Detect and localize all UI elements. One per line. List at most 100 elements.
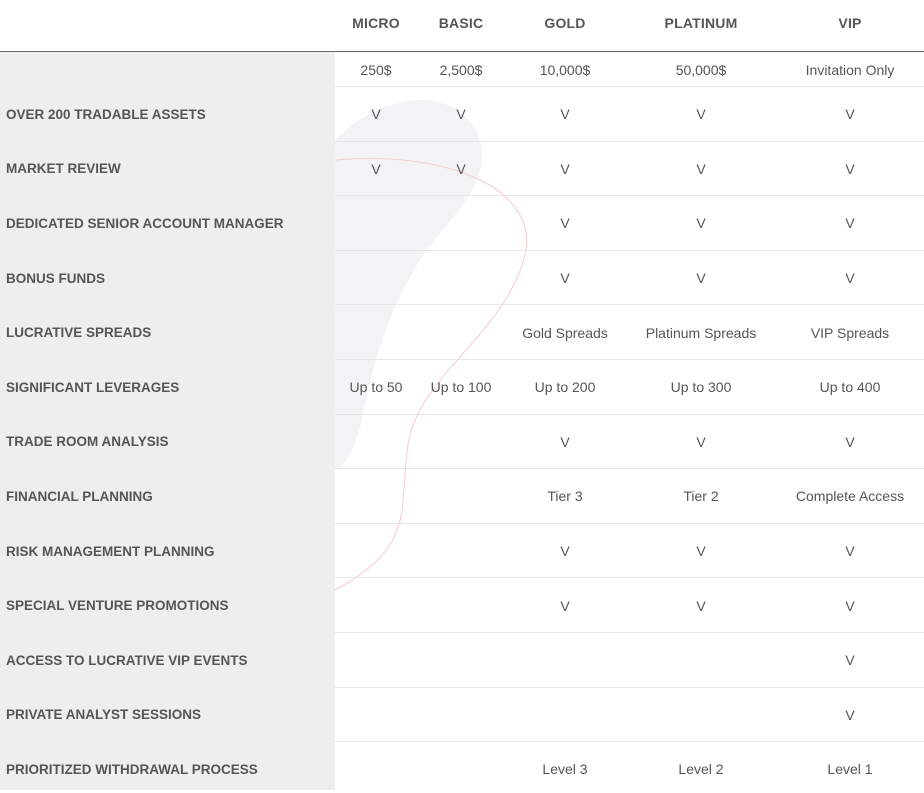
value-cell-micro bbox=[336, 688, 416, 743]
value-cell-micro bbox=[336, 524, 416, 579]
value-cell-basic: V bbox=[456, 160, 466, 177]
value-cell-gold: Up to 200 bbox=[534, 379, 596, 396]
value-cell-vip: Complete Access bbox=[795, 488, 905, 505]
value-cell-micro bbox=[336, 745, 416, 793]
feature-label: RISK MANAGEMENT PLANNING bbox=[6, 543, 215, 559]
value-cell-basic bbox=[421, 305, 501, 360]
value-cell-gold: Tier 3 bbox=[547, 488, 583, 505]
value-cell-gold bbox=[505, 633, 625, 688]
value-cell-platinum: V bbox=[696, 543, 706, 560]
value-cell-platinum: Up to 300 bbox=[670, 379, 732, 396]
column-header-gold: GOLD bbox=[544, 15, 586, 31]
value-cell-vip: V bbox=[845, 215, 855, 232]
value-cell-vip: V bbox=[845, 160, 855, 177]
value-cell-basic bbox=[421, 469, 501, 524]
value-cell-platinum: V bbox=[696, 106, 706, 123]
feature-row-tradable-assets: OVER 200 TRADABLE ASSETS V V V V V bbox=[0, 87, 924, 142]
price-cell-micro: 250$ bbox=[360, 61, 392, 78]
value-cell-platinum: V bbox=[696, 597, 706, 614]
value-cell-gold: Gold Spreads bbox=[522, 324, 608, 341]
feature-label: PRIVATE ANALYST SESSIONS bbox=[6, 707, 202, 723]
value-cell-vip: Up to 400 bbox=[819, 379, 881, 396]
value-cell-gold: V bbox=[560, 597, 570, 614]
value-cell-vip: V bbox=[845, 270, 855, 287]
value-cell-micro bbox=[336, 469, 416, 524]
value-cell-micro bbox=[336, 251, 416, 306]
column-header-vip: VIP bbox=[838, 15, 862, 31]
plans-header-row: MICRO BASIC GOLD PLATINUM VIP bbox=[0, 0, 924, 52]
value-cell-vip: V bbox=[845, 597, 855, 614]
value-cell-basic: V bbox=[456, 106, 466, 123]
value-cell-gold: V bbox=[560, 160, 570, 177]
value-cell-vip: V bbox=[845, 433, 855, 450]
value-cell-micro bbox=[336, 633, 416, 688]
value-cell-gold bbox=[505, 688, 625, 743]
feature-label: DEDICATED SENIOR ACCOUNT MANAGER bbox=[6, 215, 284, 231]
feature-label: SPECIAL VENTURE PROMOTIONS bbox=[6, 598, 229, 614]
value-cell-platinum: V bbox=[696, 270, 706, 287]
value-cell-basic bbox=[421, 578, 501, 633]
price-cell-vip: Invitation Only bbox=[805, 61, 895, 78]
feature-row-analyst-sessions: PRIVATE ANALYST SESSIONS V bbox=[0, 688, 924, 743]
feature-row-lucrative-spreads: LUCRATIVE SPREADS Gold Spreads Platinum … bbox=[0, 305, 924, 360]
value-cell-platinum: V bbox=[696, 433, 706, 450]
value-cell-vip: V bbox=[845, 706, 855, 723]
value-cell-gold: V bbox=[560, 270, 570, 287]
feature-label: TRADE ROOM ANALYSIS bbox=[6, 434, 169, 450]
price-cell-gold: 10,000$ bbox=[539, 61, 591, 78]
value-cell-vip: Level 1 bbox=[827, 761, 873, 778]
value-cell-gold: V bbox=[560, 106, 570, 123]
feature-label: LUCRATIVE SPREADS bbox=[6, 325, 152, 341]
value-cell-gold: V bbox=[560, 215, 570, 232]
value-cell-basic bbox=[421, 251, 501, 306]
price-row: 250$ 2,500$ 10,000$ 50,000$ Invitation O… bbox=[0, 52, 924, 87]
feature-row-account-manager: DEDICATED SENIOR ACCOUNT MANAGER V V V bbox=[0, 196, 924, 251]
value-cell-vip: V bbox=[845, 652, 855, 669]
feature-label: SIGNIFICANT LEVERAGES bbox=[6, 379, 180, 395]
value-cell-micro: Up to 50 bbox=[349, 379, 403, 396]
feature-label: BONUS FUNDS bbox=[6, 270, 106, 286]
feature-row-financial-planning: FINANCIAL PLANNING Tier 3 Tier 2 Complet… bbox=[0, 469, 924, 524]
value-cell-platinum bbox=[631, 688, 771, 743]
value-cell-micro bbox=[336, 415, 416, 470]
value-cell-basic bbox=[421, 688, 501, 743]
feature-label: ACCESS TO LUCRATIVE VIP EVENTS bbox=[6, 652, 248, 668]
value-cell-vip: V bbox=[845, 543, 855, 560]
column-header-micro: MICRO bbox=[352, 15, 400, 31]
value-cell-basic bbox=[421, 633, 501, 688]
value-cell-platinum: V bbox=[696, 160, 706, 177]
value-cell-basic bbox=[421, 196, 501, 251]
feature-label: MARKET REVIEW bbox=[6, 161, 121, 177]
feature-row-withdrawal-process: PRIORITIZED WITHDRAWAL PROCESS Level 3 L… bbox=[0, 742, 924, 790]
price-cell-platinum: 50,000$ bbox=[675, 61, 727, 78]
value-cell-micro bbox=[336, 196, 416, 251]
value-cell-micro: V bbox=[371, 106, 381, 123]
feature-row-vip-events: ACCESS TO LUCRATIVE VIP EVENTS V bbox=[0, 633, 924, 688]
value-cell-vip: VIP Spreads bbox=[810, 324, 890, 341]
value-cell-micro bbox=[336, 305, 416, 360]
column-header-platinum: PLATINUM bbox=[664, 15, 738, 31]
feature-row-market-review: MARKET REVIEW V V V V V bbox=[0, 142, 924, 197]
feature-label: PRIORITIZED WITHDRAWAL PROCESS bbox=[6, 761, 258, 777]
value-cell-platinum: V bbox=[696, 215, 706, 232]
price-cell-basic: 2,500$ bbox=[439, 61, 483, 78]
value-cell-micro bbox=[336, 578, 416, 633]
feature-label: OVER 200 TRADABLE ASSETS bbox=[6, 106, 206, 122]
value-cell-basic bbox=[421, 415, 501, 470]
value-cell-gold: V bbox=[560, 543, 570, 560]
feature-row-venture-promotions: SPECIAL VENTURE PROMOTIONS V V V bbox=[0, 578, 924, 633]
feature-row-leverages: SIGNIFICANT LEVERAGES Up to 50 Up to 100… bbox=[0, 360, 924, 415]
value-cell-platinum: Platinum Spreads bbox=[645, 324, 757, 341]
value-cell-gold: V bbox=[560, 433, 570, 450]
value-cell-platinum bbox=[631, 633, 771, 688]
value-cell-platinum: Level 2 bbox=[678, 761, 724, 778]
value-cell-vip: V bbox=[845, 106, 855, 123]
value-cell-basic bbox=[421, 745, 501, 793]
value-cell-gold: Level 3 bbox=[542, 761, 588, 778]
feature-label: FINANCIAL PLANNING bbox=[6, 488, 153, 504]
column-header-basic: BASIC bbox=[438, 15, 484, 31]
feature-row-bonus-funds: BONUS FUNDS V V V bbox=[0, 251, 924, 306]
value-cell-basic bbox=[421, 524, 501, 579]
feature-row-risk-management: RISK MANAGEMENT PLANNING V V V bbox=[0, 524, 924, 579]
value-cell-micro: V bbox=[371, 160, 381, 177]
